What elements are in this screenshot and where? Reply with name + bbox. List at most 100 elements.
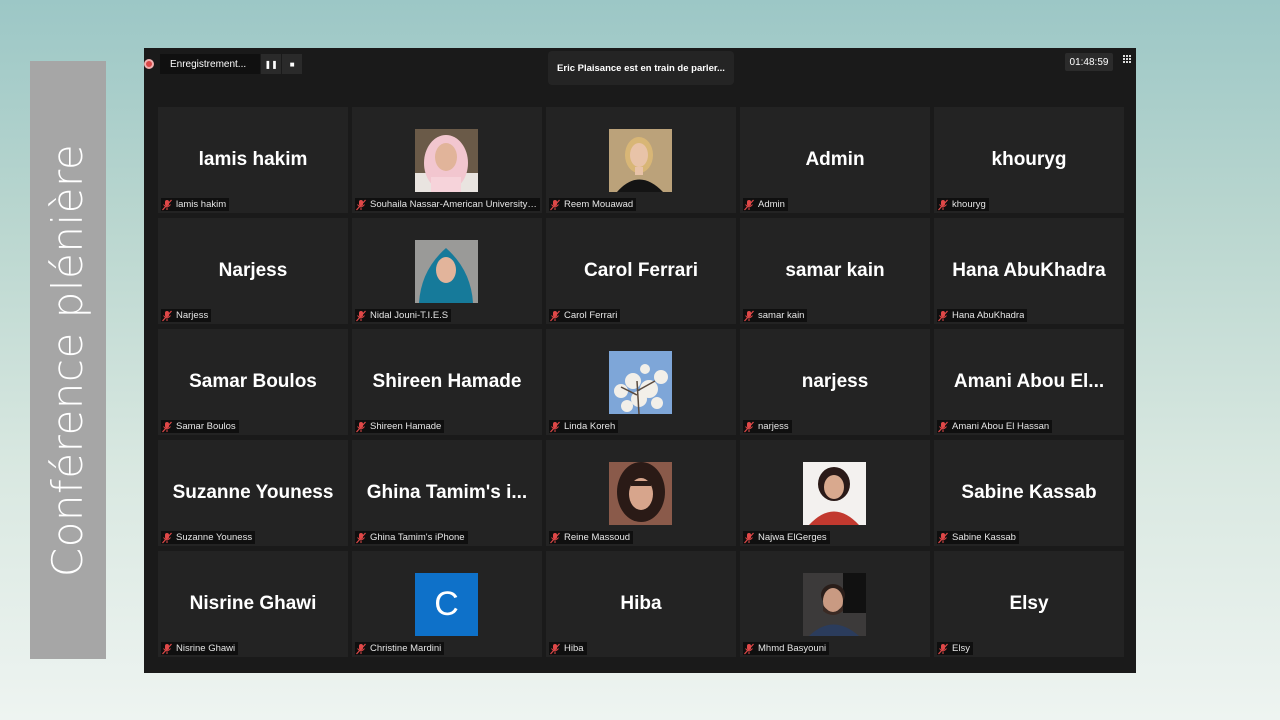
participant-name-label: samar kain: [743, 309, 808, 322]
participant-tile[interactable]: lamis hakim lamis hakim: [158, 107, 348, 213]
participant-tile[interactable]: Amani Abou El... Amani Abou El Hassan: [934, 329, 1124, 435]
participant-display-name: Samar Boulos: [189, 371, 317, 392]
participant-tile[interactable]: Nidal Jouni-T.I.E.S: [352, 218, 542, 324]
participant-tile[interactable]: Sabine Kassab Sabine Kassab: [934, 440, 1124, 546]
mic-muted-icon: [938, 421, 948, 432]
participant-name-label: Sabine Kassab: [937, 531, 1019, 544]
participant-tile[interactable]: samar kain samar kain: [740, 218, 930, 324]
participant-display-name: Suzanne Youness: [172, 482, 334, 503]
participant-tile[interactable]: Hiba Hiba: [546, 551, 736, 657]
participant-tile[interactable]: Elsy Elsy: [934, 551, 1124, 657]
participant-label-text: samar kain: [758, 310, 805, 321]
participant-label-text: Linda Koreh: [564, 421, 616, 432]
participant-name-label: Reem Mouawad: [549, 198, 637, 211]
participant-tile[interactable]: narjess narjess: [740, 329, 930, 435]
meeting-timer: 01:48:59: [1065, 53, 1113, 71]
participant-tile[interactable]: Suzanne Youness Suzanne Youness: [158, 440, 348, 546]
mic-muted-icon: [550, 421, 560, 432]
participant-name-label: Nisrine Ghawi: [161, 642, 239, 655]
gallery-view-icon[interactable]: [1123, 55, 1133, 65]
participant-video-thumbnail: [415, 129, 478, 192]
participant-label-text: Nisrine Ghawi: [176, 643, 236, 654]
mic-muted-icon: [744, 643, 754, 654]
participant-name-label: Souhaila Nassar-American University o...: [355, 198, 540, 211]
participant-name-label: Samar Boulos: [161, 420, 239, 433]
participant-display-name: Shireen Hamade: [372, 371, 522, 392]
participant-name-label: Reine Massoud: [549, 531, 634, 544]
mic-muted-icon: [744, 199, 754, 210]
participant-tile[interactable]: Carol Ferrari Carol Ferrari: [546, 218, 736, 324]
mic-muted-icon: [162, 421, 172, 432]
participant-name-label: Narjess: [161, 309, 212, 322]
participant-label-text: Ghina Tamim's iPhone: [370, 532, 465, 543]
mic-muted-icon: [550, 199, 560, 210]
participant-tile[interactable]: Shireen Hamade Shireen Hamade: [352, 329, 542, 435]
stop-recording-button[interactable]: ■: [282, 54, 303, 74]
participant-display-name: Ghina Tamim's i...: [366, 482, 528, 503]
participant-display-name: Elsy: [1009, 593, 1049, 614]
participant-name-label: Najwa ElGerges: [743, 531, 830, 544]
participant-tile[interactable]: Narjess Narjess: [158, 218, 348, 324]
participant-video-thumbnail: [415, 240, 478, 303]
participant-grid: lamis hakim lamis hakim Souhaila Nassar-Am…: [158, 107, 1125, 659]
participant-tile[interactable]: Ghina Tamim's i... Ghina Tamim's iPhone: [352, 440, 542, 546]
mic-muted-icon: [162, 199, 172, 210]
participant-tile[interactable]: Linda Koreh: [546, 329, 736, 435]
participant-display-name: Sabine Kassab: [961, 482, 1097, 503]
participant-name-label: lamis hakim: [161, 198, 230, 211]
participant-label-text: Reem Mouawad: [564, 199, 634, 210]
recording-label: Enregistrement...: [160, 54, 261, 74]
participant-tile[interactable]: Nisrine Ghawi Nisrine Ghawi: [158, 551, 348, 657]
participant-label-text: Amani Abou El Hassan: [952, 421, 1050, 432]
participant-video-thumbnail: [609, 351, 672, 414]
participant-display-name: Admin: [805, 149, 865, 170]
participant-tile[interactable]: C Christine Mardini: [352, 551, 542, 657]
participant-name-label: Amani Abou El Hassan: [937, 420, 1053, 433]
participant-tile[interactable]: Samar Boulos Samar Boulos: [158, 329, 348, 435]
participant-name-label: Mhmd Basyouni: [743, 642, 830, 655]
participant-tile[interactable]: Mhmd Basyouni: [740, 551, 930, 657]
mic-muted-icon: [356, 421, 366, 432]
participant-display-name: lamis hakim: [198, 149, 308, 170]
participant-label-text: khouryg: [952, 199, 986, 210]
participant-tile[interactable]: khouryg khouryg: [934, 107, 1124, 213]
mic-muted-icon: [938, 532, 948, 543]
mic-muted-icon: [550, 532, 560, 543]
participant-name-label: Shireen Hamade: [355, 420, 445, 433]
slide-side-title: Conférence plénière: [30, 61, 106, 659]
participant-label-text: Admin: [758, 199, 785, 210]
mic-muted-icon: [162, 532, 172, 543]
participant-tile[interactable]: Hana AbuKhadra Hana AbuKhadra: [934, 218, 1124, 324]
participant-label-text: Sabine Kassab: [952, 532, 1016, 543]
participant-label-text: Hiba: [564, 643, 584, 654]
mic-muted-icon: [356, 532, 366, 543]
participant-name-label: khouryg: [937, 198, 989, 211]
meeting-window: Enregistrement... ❚❚ ■ Eric Plaisance es…: [144, 48, 1136, 673]
participant-label-text: Reine Massoud: [564, 532, 631, 543]
recording-indicator: Enregistrement... ❚❚ ■: [144, 54, 303, 74]
participant-tile[interactable]: Reine Massoud: [546, 440, 736, 546]
participant-label-text: Samar Boulos: [176, 421, 236, 432]
participant-video-thumbnail: [803, 573, 866, 636]
participant-label-text: Narjess: [176, 310, 209, 321]
slide-title-text: Conférence plénière: [43, 143, 93, 577]
participant-display-name: samar kain: [785, 260, 885, 281]
participant-tile[interactable]: Souhaila Nassar-American University o...: [352, 107, 542, 213]
participant-name-label: Suzanne Youness: [161, 531, 256, 544]
participant-name-label: Hana AbuKhadra: [937, 309, 1028, 322]
mic-muted-icon: [744, 421, 754, 432]
mic-muted-icon: [162, 643, 172, 654]
participant-tile[interactable]: Admin Admin: [740, 107, 930, 213]
participant-name-label: narjess: [743, 420, 792, 433]
participant-tile[interactable]: Reem Mouawad: [546, 107, 736, 213]
mic-muted-icon: [356, 310, 366, 321]
mic-muted-icon: [550, 310, 560, 321]
participant-video-thumbnail: [609, 129, 672, 192]
mic-muted-icon: [356, 199, 366, 210]
mic-muted-icon: [162, 310, 172, 321]
participant-name-label: Linda Koreh: [549, 420, 619, 433]
participant-tile[interactable]: Najwa ElGerges: [740, 440, 930, 546]
participant-name-label: Hiba: [549, 642, 587, 655]
mic-muted-icon: [356, 643, 366, 654]
pause-recording-button[interactable]: ❚❚: [261, 54, 282, 74]
